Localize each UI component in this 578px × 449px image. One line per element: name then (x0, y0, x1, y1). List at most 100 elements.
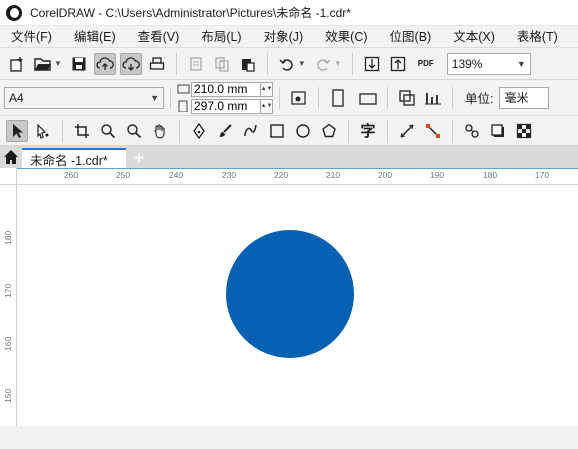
bars-icon (425, 92, 441, 104)
shape-tool-button[interactable] (32, 120, 54, 142)
text-tool-button[interactable]: 字 (357, 120, 379, 142)
menu-view[interactable]: 查看(V) (127, 26, 191, 48)
standard-toolbar: ▼ ▼ ▼ PDF 139% ▼ (0, 48, 578, 80)
new-document-button[interactable] (6, 53, 28, 75)
artistic-media-tool-button[interactable] (214, 120, 236, 142)
toolbar-separator (179, 119, 180, 142)
ruler-origin[interactable] (0, 168, 17, 185)
ruler-tick-label: 180 (482, 170, 498, 180)
toolbar-separator (62, 119, 63, 142)
pen-tool-button[interactable] (188, 120, 210, 142)
drawing-canvas[interactable] (18, 186, 578, 426)
page-width-spinner[interactable]: ▲▼ (261, 81, 273, 97)
redo-icon (317, 58, 331, 71)
import-icon (364, 56, 379, 71)
vertical-ruler[interactable]: 180 170 160 150 (0, 185, 17, 426)
menu-effects[interactable]: 效果(C) (314, 26, 378, 48)
page-width-input[interactable] (191, 81, 261, 97)
width-icon (177, 84, 190, 94)
zoom-level-combo[interactable]: 139% ▼ (446, 52, 531, 75)
text-tool-icon: 字 (360, 123, 376, 140)
rectangle-tool-button[interactable] (266, 120, 288, 142)
document-tab[interactable]: 未命名 -1.cdr* (22, 148, 126, 168)
publish-pdf-button[interactable]: PDF (413, 53, 439, 75)
transparency-tool-button[interactable] (513, 120, 535, 142)
cloud-upload-button[interactable] (93, 52, 116, 75)
undo-dropdown-icon[interactable]: ▼ (298, 59, 306, 68)
cut-icon (190, 56, 202, 71)
cloud-download-icon (122, 56, 140, 71)
connector-tool-button[interactable] (422, 120, 444, 142)
chevron-down-icon: ▼ (150, 92, 159, 103)
ellipse-tool-button[interactable] (292, 120, 314, 142)
snap-button[interactable] (288, 87, 310, 109)
redo-button[interactable] (312, 53, 334, 75)
pdf-icon: PDF (417, 59, 434, 68)
page-size-combo[interactable]: A4 ▼ (4, 86, 164, 109)
menu-file[interactable]: 文件(F) (0, 26, 63, 48)
zoom-level-value: 139% (451, 56, 483, 71)
crop-tool-button[interactable] (71, 120, 93, 142)
polygon-tool-button[interactable] (318, 120, 340, 142)
cut-button[interactable] (185, 53, 207, 75)
zoom-tool-button[interactable] (97, 120, 119, 142)
hand-icon (154, 123, 165, 139)
toolbar-separator (348, 119, 349, 142)
menu-layout[interactable]: 布局(L) (190, 26, 252, 48)
units-combo[interactable]: 毫米 (499, 86, 550, 109)
toolbar-separator (318, 86, 319, 109)
ruler-tick-label: 240 (168, 170, 184, 180)
cloud-download-button[interactable] (119, 52, 142, 75)
connector-icon (426, 123, 440, 138)
print-button[interactable] (146, 53, 168, 75)
undo-button[interactable] (276, 53, 298, 75)
toolbar-separator (170, 86, 171, 109)
all-pages-button[interactable] (396, 87, 418, 109)
save-icon (72, 57, 86, 70)
menu-edit[interactable]: 编辑(E) (63, 26, 127, 48)
paste-button[interactable] (237, 53, 259, 75)
open-dropdown-icon[interactable]: ▼ (54, 59, 62, 68)
blue-circle-shape[interactable] (226, 230, 354, 358)
brush-icon (220, 123, 232, 137)
landscape-icon (359, 92, 377, 105)
import-button[interactable] (361, 53, 383, 75)
rectangle-icon (270, 123, 284, 138)
copy-button[interactable] (211, 53, 233, 75)
document-tab-label: 未命名 -1.cdr* (30, 153, 108, 168)
ellipse-icon (296, 123, 310, 138)
portrait-button[interactable] (327, 87, 349, 109)
open-button[interactable] (32, 53, 54, 75)
menu-table[interactable]: 表格(T) (506, 26, 569, 48)
folder-open-icon (34, 57, 51, 71)
redo-dropdown-icon[interactable]: ▼ (334, 59, 342, 68)
menu-text[interactable]: 文本(X) (442, 26, 506, 48)
dimension-tool-button[interactable] (396, 120, 418, 142)
new-tab-button[interactable]: + (128, 148, 150, 168)
menu-bitmaps[interactable]: 位图(B) (379, 26, 443, 48)
toolbox: 字 (0, 116, 578, 146)
horizontal-ruler[interactable]: 260 250 240 230 220 210 200 190 180 170 (0, 168, 578, 185)
blend-tool-button[interactable] (461, 120, 483, 142)
landscape-button[interactable] (357, 87, 379, 109)
export-button[interactable] (387, 53, 409, 75)
drawing-workspace: 260 250 240 230 220 210 200 190 180 170 … (0, 168, 578, 426)
pick-tool-button[interactable] (6, 119, 28, 142)
bleed-button[interactable] (422, 87, 444, 109)
freehand-tool-button[interactable] (240, 120, 262, 142)
paste-icon (241, 58, 255, 72)
welcome-screen-button[interactable] (0, 146, 22, 168)
ruler-tick-label: 170 (534, 170, 550, 180)
page-height-input[interactable] (191, 98, 261, 114)
toolbar-separator (387, 119, 388, 142)
menu-object[interactable]: 对象(J) (253, 26, 315, 48)
crop-icon (75, 123, 89, 138)
ruler-tick-label: 190 (429, 170, 445, 180)
pan-tool-button[interactable] (149, 120, 171, 142)
drop-shadow-tool-button[interactable] (487, 120, 509, 142)
save-button[interactable] (68, 53, 90, 75)
zoom-out-tool-button[interactable] (123, 120, 145, 142)
snap-icon (291, 90, 306, 105)
pen-icon (193, 122, 205, 139)
page-height-spinner[interactable]: ▲▼ (261, 98, 273, 114)
